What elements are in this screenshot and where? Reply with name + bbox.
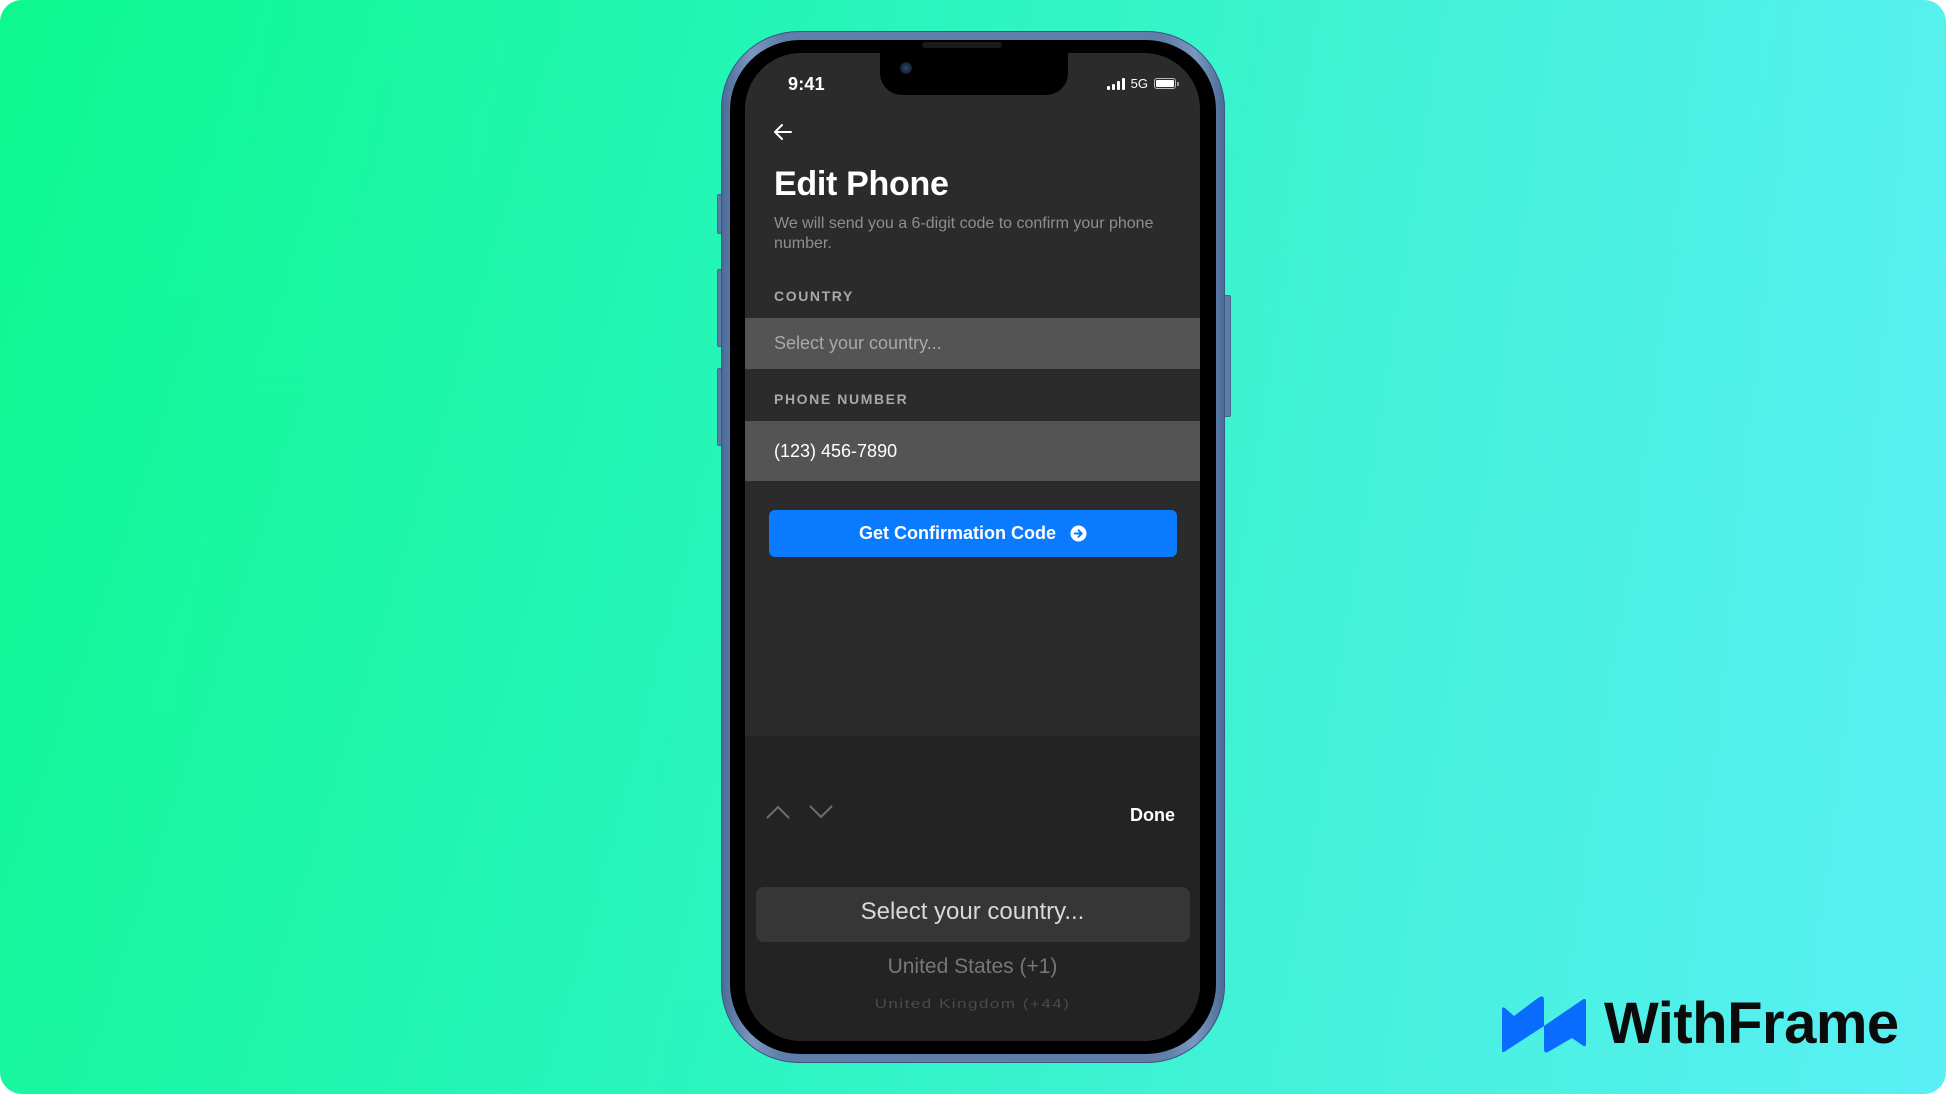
picker-option[interactable]: United Kingdom (+44) (745, 997, 1200, 1012)
get-confirmation-code-button[interactable]: Get Confirmation Code (769, 510, 1177, 557)
brand-name: WithFrame (1604, 991, 1899, 1056)
country-select[interactable]: Select your country... (745, 318, 1200, 369)
signal-bars-icon (1106, 77, 1125, 90)
speaker-grille (922, 42, 1002, 48)
picker-option-selected[interactable]: Select your country... (745, 898, 1200, 926)
previous-field-button[interactable] (765, 803, 791, 821)
next-field-button[interactable] (808, 803, 834, 821)
front-camera (900, 62, 912, 74)
withframe-logo-icon (1502, 995, 1586, 1053)
page-description: We will send you a 6-digit code to confi… (774, 215, 1154, 252)
brand-logo: WithFrame (1500, 990, 1899, 1057)
phone-number-input[interactable]: (123) 456-7890 (745, 421, 1200, 481)
battery-icon (1154, 78, 1179, 89)
picker-option[interactable]: United States (+1) (745, 955, 1200, 979)
get-confirmation-code-label: Get Confirmation Code (859, 523, 1056, 543)
power-button (1224, 295, 1231, 417)
phone-screen: 9:41 5G Edit Phone We will send you a 6-… (745, 53, 1200, 1041)
chevron-down-icon (809, 805, 833, 819)
country-label: COUNTRY (774, 288, 854, 304)
chevron-up-icon (766, 805, 790, 819)
status-indicators: 5G (1106, 76, 1179, 91)
network-type: 5G (1130, 76, 1148, 91)
country-placeholder: Select your country... (774, 333, 942, 353)
phone-number-value: (123) 456-7890 (774, 440, 898, 461)
arrow-right-circle-icon (1070, 525, 1087, 542)
picker-keyboard: Done Select your country... United State… (745, 736, 1200, 1041)
arrow-left-icon (774, 124, 792, 140)
phone-number-label: PHONE NUMBER (774, 391, 909, 407)
phone-notch (880, 53, 1068, 95)
status-time: 9:41 (788, 74, 825, 94)
done-button[interactable]: Done (1130, 805, 1175, 826)
page-title: Edit Phone (774, 165, 949, 203)
back-button[interactable] (771, 120, 795, 144)
